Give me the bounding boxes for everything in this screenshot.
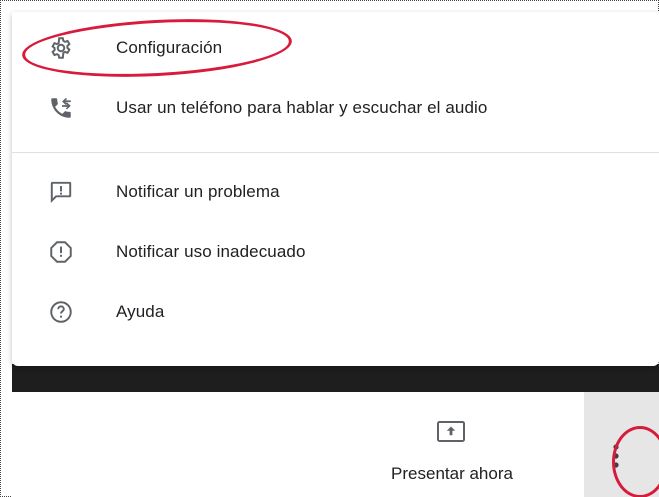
present-now-button[interactable]: Presentar ahora	[372, 420, 532, 492]
menu-item-report-problem[interactable]: Notificar un problema	[12, 166, 659, 218]
menu-item-label: Ayuda	[116, 302, 165, 321]
menu-divider	[12, 152, 659, 153]
meeting-background-band	[12, 364, 659, 392]
help-icon	[48, 299, 74, 325]
more-options-panel	[584, 392, 659, 497]
menu-item-use-phone-audio[interactable]: Usar un teléfono para hablar y escuchar …	[12, 82, 659, 134]
menu-item-help[interactable]: Ayuda	[12, 286, 659, 338]
menu-item-label: Configuración	[116, 38, 223, 57]
menu-item-report-abuse[interactable]: Notificar uso inadecuado	[12, 226, 659, 278]
more-options-button[interactable]	[598, 432, 634, 484]
feedback-icon	[48, 179, 74, 205]
more-vert-icon	[612, 443, 620, 474]
meeting-toolbar: Presentar ahora	[12, 392, 659, 497]
present-now-label: Presentar ahora	[391, 464, 513, 483]
menu-item-label: Usar un teléfono para hablar y escuchar …	[116, 98, 488, 117]
menu-item-label: Notificar un problema	[116, 182, 280, 201]
gear-icon	[48, 35, 74, 61]
menu-item-label: Notificar uso inadecuado	[116, 242, 306, 261]
report-icon	[48, 239, 74, 265]
present-screen-icon	[436, 420, 466, 444]
menu-item-settings[interactable]: Configuración	[12, 22, 659, 74]
options-menu: Configuración Usar un teléfono para habl…	[12, 12, 659, 366]
phone-transfer-icon	[48, 95, 74, 121]
